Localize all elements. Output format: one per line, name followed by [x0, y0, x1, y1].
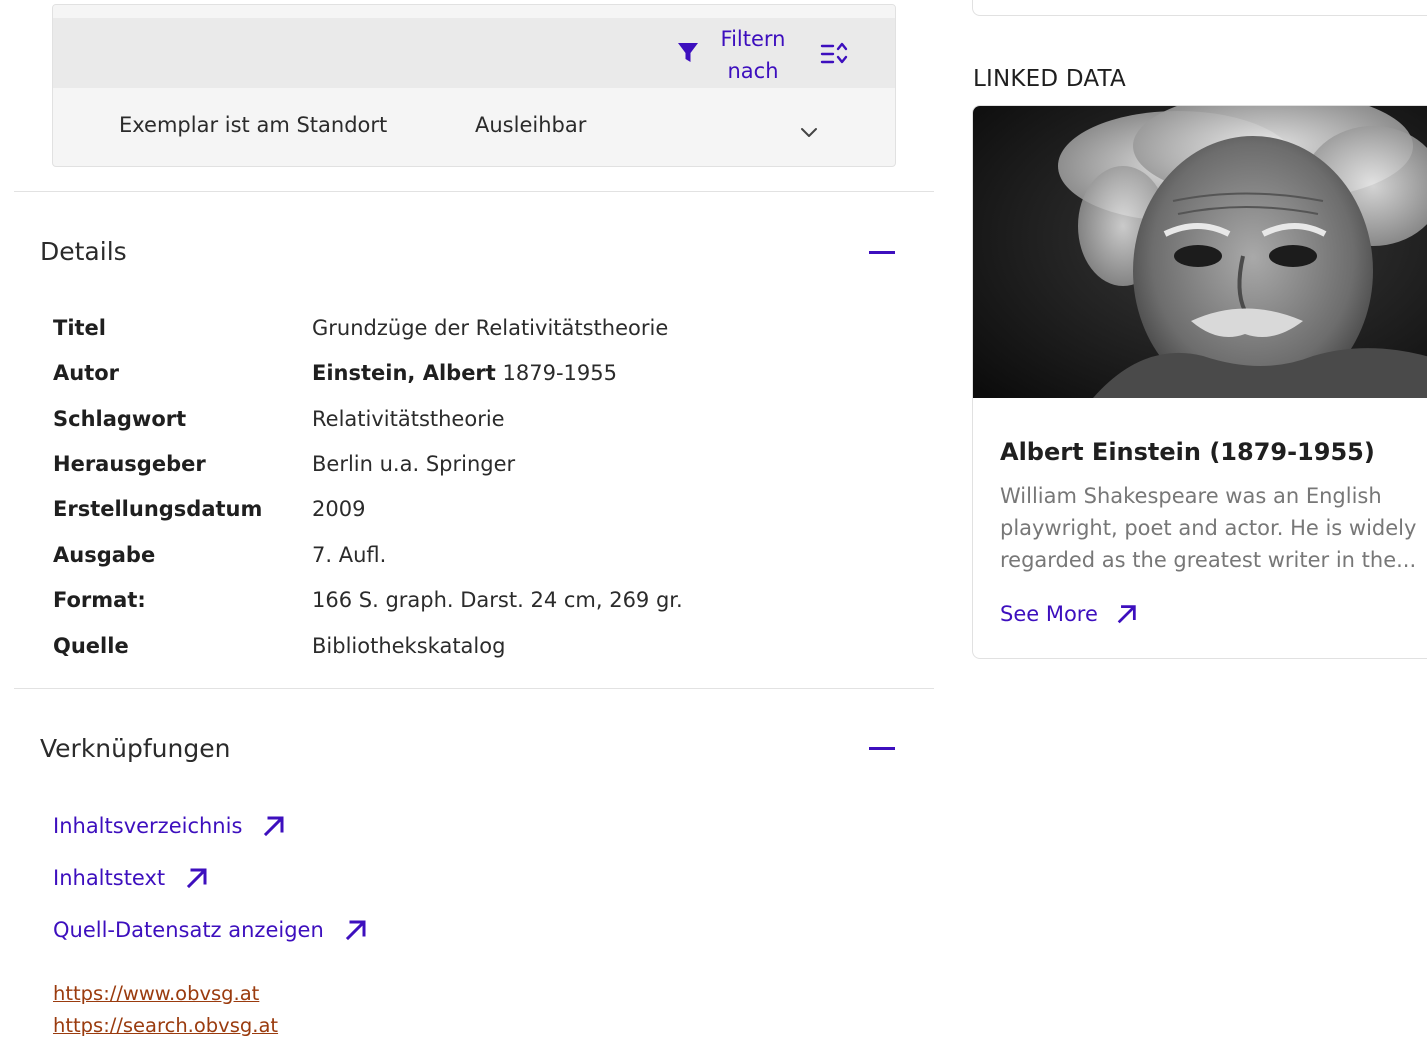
- filter-funnel-icon[interactable]: [677, 41, 699, 65]
- section-divider: [14, 191, 934, 192]
- link-label: Inhaltsverzeichnis: [53, 814, 243, 838]
- detail-value-titel: Grundzüge der Relativitätstheorie: [312, 316, 669, 340]
- links-heading: Verknüpfungen: [40, 734, 231, 763]
- minus-icon[interactable]: [869, 251, 895, 254]
- linked-data-card: Albert Einstein (1879-1955) William Shak…: [972, 105, 1427, 659]
- see-more-label: See More: [1000, 602, 1098, 626]
- filter-button[interactable]: Filtern nach: [707, 23, 799, 87]
- linked-person-description: William Shakespeare was an English playw…: [1000, 484, 1417, 572]
- detail-label-titel: Titel: [53, 316, 107, 340]
- detail-label-ausgabe: Ausgabe: [53, 543, 156, 567]
- url-link-search-obvsg[interactable]: https://search.obvsg.at: [53, 1014, 278, 1037]
- chevron-down-icon[interactable]: [799, 125, 819, 139]
- detail-value-format: 166 S. graph. Darst. 24 cm, 269 gr.: [312, 588, 683, 612]
- detail-label-herausgeber: Herausgeber: [53, 452, 206, 476]
- holdings-top-strip: [53, 5, 895, 18]
- linked-person-name: Albert Einstein (1879-1955): [1000, 438, 1375, 466]
- detail-label-schlagwort: Schlagwort: [53, 407, 187, 431]
- filter-label-line2: nach: [727, 59, 779, 83]
- detail-value-schlagwort: Relativitätstheorie: [312, 407, 505, 431]
- detail-value-erstellungsdatum: 2009: [312, 497, 366, 521]
- link-label: Quell-Datensatz anzeigen: [53, 918, 324, 942]
- author-dates: 1879-1955: [495, 361, 617, 385]
- external-link-arrow-icon: [264, 816, 284, 837]
- see-more-link[interactable]: See More: [1000, 602, 1138, 626]
- linked-data-heading: LINKED DATA: [973, 66, 1126, 92]
- sort-lines-icon[interactable]: [819, 41, 849, 71]
- url-link-obvsg[interactable]: https://www.obvsg.at: [53, 982, 259, 1005]
- detail-label-format: Format:: [53, 588, 146, 612]
- albert-einstein-portrait: [973, 106, 1427, 398]
- link-inhaltstext[interactable]: Inhaltstext: [53, 866, 209, 890]
- detail-value-herausgeber: Berlin u.a. Springer: [312, 452, 516, 476]
- filter-label-line1: Filtern: [720, 27, 786, 51]
- details-heading: Details: [40, 237, 127, 266]
- detail-value-autor: Einstein, Albert 1879-1955: [312, 361, 617, 385]
- link-label: Inhaltstext: [53, 866, 166, 890]
- minus-icon[interactable]: [869, 747, 895, 750]
- external-link-arrow-icon: [1117, 605, 1136, 624]
- author-name[interactable]: Einstein, Albert: [312, 361, 496, 385]
- detail-value-ausgabe: 7. Aufl.: [312, 543, 387, 567]
- detail-label-autor: Autor: [53, 361, 120, 385]
- detail-label-quelle: Quelle: [53, 634, 129, 658]
- holdings-location: Exemplar ist am Standort: [119, 113, 388, 137]
- detail-label-erstellungsdatum: Erstellungsdatum: [53, 497, 263, 521]
- previous-card: [972, 0, 1427, 16]
- holdings-status: Ausleihbar: [475, 113, 587, 137]
- link-inhaltsverzeichnis[interactable]: Inhaltsverzeichnis: [53, 814, 286, 838]
- detail-value-quelle: Bibliothekskatalog: [312, 634, 506, 658]
- link-quell-datensatz[interactable]: Quell-Datensatz anzeigen: [53, 918, 368, 942]
- section-divider: [14, 688, 934, 689]
- external-link-arrow-icon: [187, 868, 207, 889]
- external-link-arrow-icon: [345, 920, 366, 941]
- holdings-panel: Filtern nach Exemplar ist am Standort Au…: [52, 4, 896, 167]
